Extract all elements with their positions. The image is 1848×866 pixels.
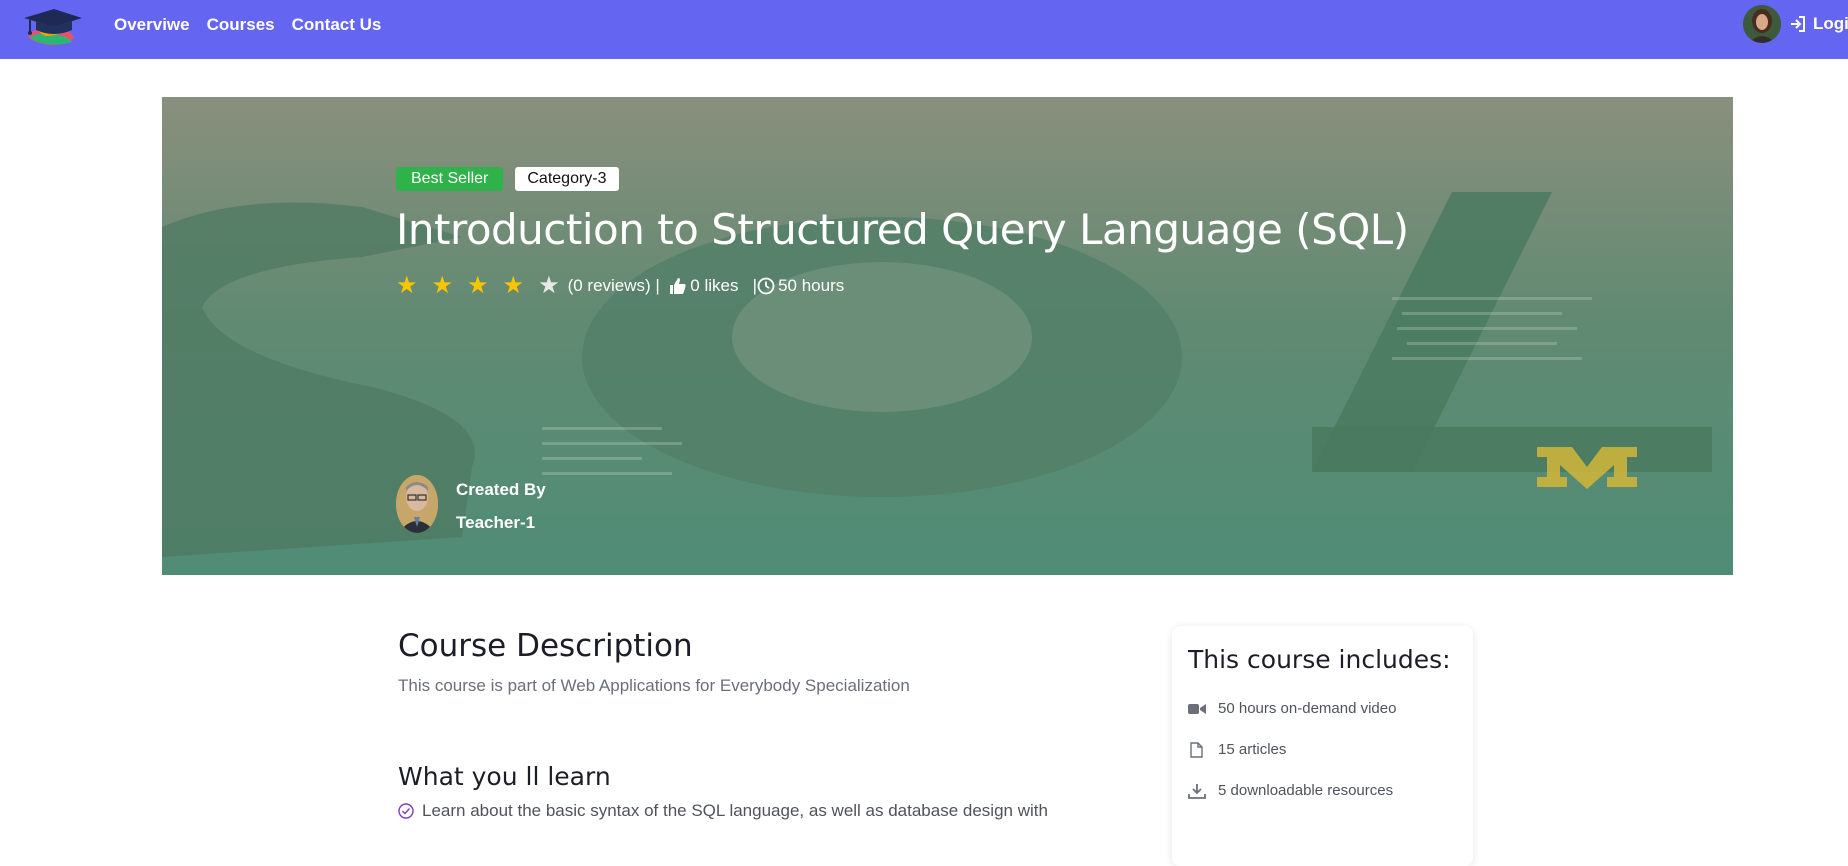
includes-item-articles: 15 articles: [1188, 729, 1457, 770]
nav-link-courses[interactable]: Courses: [207, 15, 275, 35]
course-creator: Created By Teacher-1: [396, 473, 546, 539]
hero-content: Best Seller Category-3 Introduction to S…: [396, 167, 1409, 298]
includes-item-resources: 5 downloadable resources: [1188, 770, 1457, 811]
teacher-avatar[interactable]: [396, 475, 438, 533]
star-filled-icon: ★: [431, 272, 454, 299]
course-meta: ★ ★ ★ ★ ★ (0 reviews) | 0 likes | 50 hours: [396, 274, 1409, 298]
created-by-label: Created By: [456, 480, 546, 499]
rating-stars: ★ ★ ★ ★ ★: [396, 274, 560, 298]
learn-title: What you ll learn: [398, 762, 611, 791]
star-filled-icon: ★: [467, 272, 489, 299]
reviews-count: (0 reviews): [567, 276, 651, 295]
includes-item-text: 15 articles: [1218, 741, 1287, 758]
teacher-avatar-image: [396, 475, 438, 533]
clock-icon: [757, 277, 775, 295]
description-text: This course is part of Web Applications …: [398, 676, 910, 695]
course-badges: Best Seller Category-3: [396, 167, 1409, 191]
teacher-name[interactable]: Teacher-1: [456, 506, 546, 539]
top-navbar: Overviwe Courses Contact Us Login: [0, 0, 1848, 59]
star-filled-icon: ★: [502, 272, 525, 299]
course-title: Introduction to Structured Query Languag…: [396, 205, 1409, 254]
login-button[interactable]: Login: [1789, 14, 1848, 34]
includes-item-text: 50 hours on-demand video: [1218, 700, 1397, 717]
check-circle-icon: [398, 803, 414, 819]
learn-item-text: Learn about the basic syntax of the SQL …: [422, 801, 1048, 820]
meta-divider: |: [650, 276, 670, 295]
description-title: Course Description: [398, 628, 693, 664]
video-camera-icon: [1188, 703, 1206, 714]
course-includes-card: This course includes: 50 hours on-demand…: [1172, 626, 1473, 866]
creator-info: Created By Teacher-1: [456, 473, 546, 539]
includes-title: This course includes:: [1188, 645, 1451, 674]
course-description-section: Course Description This course is part o…: [398, 628, 1098, 821]
learn-item: Learn about the basic syntax of the SQL …: [398, 801, 1098, 821]
star-empty-icon: ★: [538, 272, 560, 299]
graduation-cap-logo-icon[interactable]: [22, 6, 84, 46]
nav-link-contact[interactable]: Contact Us: [292, 15, 382, 35]
nav-user-area: Login: [1743, 5, 1848, 43]
login-label: Login: [1813, 14, 1848, 33]
includes-item-video: 50 hours on-demand video: [1188, 688, 1457, 729]
main-nav: Overviwe Courses Contact Us: [114, 15, 381, 35]
meta-divider: |: [738, 276, 758, 295]
includes-item-text: 5 downloadable resources: [1218, 782, 1394, 799]
login-icon: [1791, 16, 1805, 32]
star-filled-icon: ★: [396, 272, 418, 299]
likes-count: 0 likes: [690, 276, 739, 295]
nav-link-overview[interactable]: Overviwe: [114, 15, 190, 35]
user-avatar-image: [1743, 5, 1781, 43]
category-badge[interactable]: Category-3: [515, 167, 619, 191]
course-hero-banner: Best Seller Category-3 Introduction to S…: [162, 97, 1733, 575]
includes-list: 50 hours on-demand video 15 articles 5 d…: [1188, 688, 1457, 811]
user-avatar[interactable]: [1743, 5, 1781, 43]
thumbs-up-icon: [670, 278, 686, 294]
best-seller-badge: Best Seller: [396, 167, 504, 191]
document-icon: [1190, 741, 1203, 758]
course-duration: 50 hours: [778, 276, 845, 295]
download-icon: [1188, 783, 1206, 799]
